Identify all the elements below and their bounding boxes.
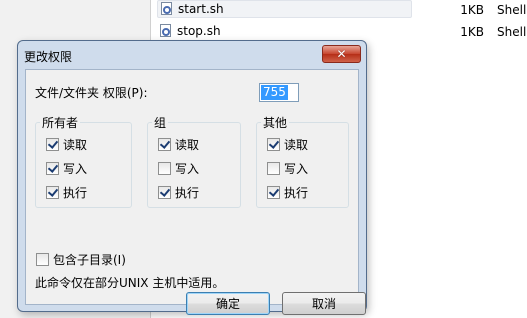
checkbox-label: 执行 <box>63 185 88 200</box>
group-label: 所有者 <box>40 114 81 131</box>
group-label: 组 <box>152 114 169 131</box>
file-name-cell[interactable]: stop.sh <box>157 22 412 40</box>
cancel-button[interactable]: 取消 <box>282 292 366 315</box>
checkbox[interactable] <box>158 185 171 199</box>
checkbox[interactable] <box>267 161 280 175</box>
permission-value: 755 <box>261 85 288 100</box>
file-name-cell[interactable]: start.sh <box>157 0 412 18</box>
ok-button[interactable]: 确定 <box>186 292 270 315</box>
group-group: 组 读取 写入 执行 <box>147 114 241 208</box>
checkbox[interactable] <box>158 137 171 151</box>
file-row[interactable]: start.sh 1KB Shell <box>151 0 527 21</box>
checkbox-label: 包含子目录(I) <box>53 252 126 267</box>
checkbox-label: 写入 <box>284 161 309 176</box>
close-button[interactable]: ✕ <box>322 45 361 63</box>
checkbox-label: 执行 <box>284 185 309 200</box>
group-execute-checkbox[interactable]: 执行 <box>158 183 199 201</box>
unix-note: 此命令仅在部分UNIX 主机中适用。 <box>35 276 225 290</box>
file-name: stop.sh <box>177 24 221 38</box>
permission-label: 文件/文件夹 权限(P): <box>35 86 148 100</box>
shell-script-icon <box>160 2 174 16</box>
permission-input[interactable]: 755 <box>259 83 299 102</box>
group-write-checkbox[interactable]: 写入 <box>158 159 199 177</box>
checkbox[interactable] <box>46 185 59 199</box>
recurse-subdirectories-checkbox[interactable]: 包含子目录(I) <box>36 250 126 268</box>
group-label: 其他 <box>261 114 290 131</box>
owner-read-checkbox[interactable]: 读取 <box>46 135 87 153</box>
dialog-titlebar[interactable]: 更改权限 ✕ <box>18 41 366 69</box>
file-type: Shell <box>497 3 527 17</box>
checkbox-label: 读取 <box>175 137 200 152</box>
checkbox-label: 写入 <box>175 161 200 176</box>
others-execute-checkbox[interactable]: 执行 <box>267 183 308 201</box>
checkbox[interactable] <box>158 161 171 175</box>
close-icon: ✕ <box>336 47 347 61</box>
file-type: Shell <box>497 25 527 39</box>
others-write-checkbox[interactable]: 写入 <box>267 159 308 177</box>
shell-script-icon <box>159 24 173 38</box>
checkbox[interactable] <box>46 161 59 175</box>
checkbox-label: 执行 <box>175 185 200 200</box>
checkbox-label: 读取 <box>63 137 88 152</box>
others-read-checkbox[interactable]: 读取 <box>267 135 308 153</box>
checkbox[interactable] <box>267 185 280 199</box>
dialog-title: 更改权限 <box>24 50 73 64</box>
checkbox[interactable] <box>36 252 49 266</box>
file-name: start.sh <box>178 2 224 16</box>
others-group: 其他 读取 写入 执行 <box>256 114 349 208</box>
file-size: 1KB <box>460 3 484 17</box>
checkbox[interactable] <box>267 137 280 151</box>
change-permissions-dialog: 更改权限 ✕ 文件/文件夹 权限(P): 755 所有者 读取 写入 执行 组 … <box>17 40 367 315</box>
file-size: 1KB <box>460 25 484 39</box>
group-read-checkbox[interactable]: 读取 <box>158 135 199 153</box>
dialog-body: 文件/文件夹 权限(P): 755 所有者 读取 写入 执行 组 读取 写入 执… <box>25 69 359 305</box>
owner-write-checkbox[interactable]: 写入 <box>46 159 87 177</box>
owner-group: 所有者 读取 写入 执行 <box>35 114 132 208</box>
checkbox-label: 读取 <box>284 137 309 152</box>
owner-execute-checkbox[interactable]: 执行 <box>46 183 87 201</box>
checkbox-label: 写入 <box>63 161 88 176</box>
checkbox[interactable] <box>46 137 59 151</box>
